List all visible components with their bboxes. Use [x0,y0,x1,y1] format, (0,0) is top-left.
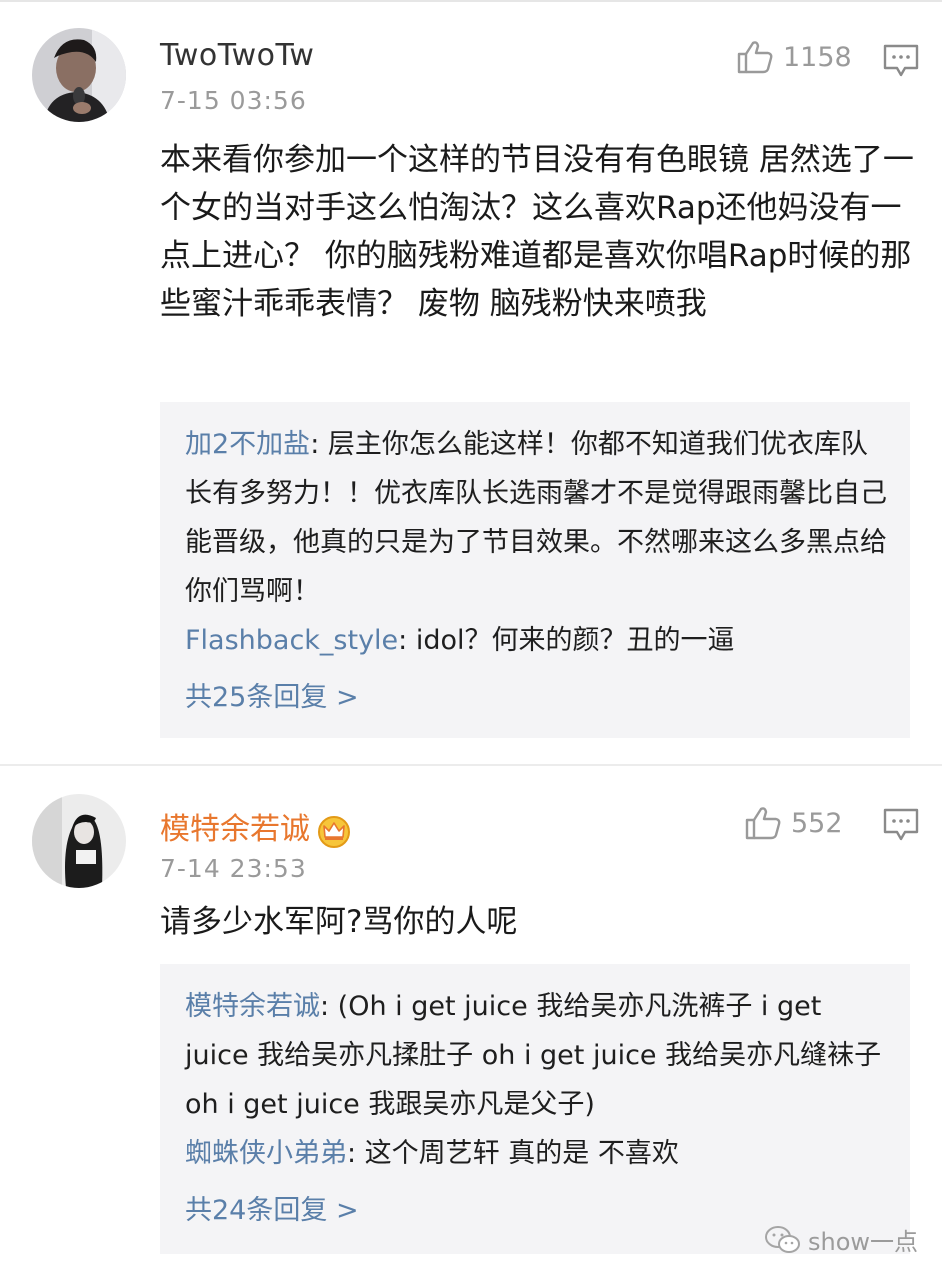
reply-username[interactable]: 加2不加盐 [185,429,310,460]
reply-username[interactable]: 蜘蛛侠小弟弟 [185,1138,347,1169]
comment-item: 模特余若诚 7-14 23:53 552 请多少水军阿?骂你的人呢 模特余若诚:… [0,770,942,1280]
wechat-icon [765,1225,800,1253]
reply-item: 模特余若诚: (Oh i get juice 我给吴亦凡洗裤子 i get ju… [185,982,888,1129]
like-button[interactable]: 552 [745,806,843,840]
reply-item: 蜘蛛侠小弟弟: 这个周艺轩 真的是 不喜欢 [185,1129,888,1178]
reply-button[interactable] [883,808,919,842]
like-count: 552 [791,807,843,839]
reply-button[interactable] [883,44,919,78]
comment-divider [0,764,942,766]
thumbs-up-icon [737,41,773,74]
crown-icon [318,815,350,848]
like-count: 1158 [783,41,852,73]
watermark-text: show一点 [808,1228,919,1256]
comment-text: 请多少水军阿?骂你的人呢 [160,904,518,940]
username[interactable]: 模特余若诚 [160,804,352,848]
timestamp: 7-14 23:53 [160,854,307,883]
more-replies-link[interactable]: 共25条回复 > [185,673,888,722]
reply-item: Flashback_style: idol？何来的颜？丑的一逼 [185,616,888,665]
watermark: show一点 [764,1222,918,1257]
like-button[interactable]: 1158 [737,40,852,74]
reply-box: 模特余若诚: (Oh i get juice 我给吴亦凡洗裤子 i get ju… [160,964,910,1254]
comment-text: 本来看你参加一个这样的节目没有有色眼镜 居然选了一个女的当对手这么怕淘汰？这么喜… [160,142,914,322]
reply-box: 加2不加盐: 层主你怎么能这样！你都不知道我们优衣库队长有多努力！！优衣库队长选… [160,402,910,738]
avatar[interactable] [32,794,126,888]
reply-username[interactable]: 模特余若诚 [185,991,320,1022]
avatar[interactable] [32,28,126,122]
reply-item: 加2不加盐: 层主你怎么能这样！你都不知道我们优衣库队长有多努力！！优衣库队长选… [185,420,888,616]
comment-icon [883,808,919,841]
reply-text: : idol？何来的颜？丑的一逼 [398,625,735,656]
timestamp: 7-15 03:56 [160,86,307,115]
reply-text: : 这个周艺轩 真的是 不喜欢 [347,1138,679,1169]
reply-username[interactable]: Flashback_style [185,625,398,656]
thumbs-up-icon [745,807,781,840]
username[interactable]: TwoTwoTw [160,38,314,73]
comment-icon [883,44,919,77]
comment-item: TwoTwoTw 7-15 03:56 1158 本来看你参加一个这样的节目没有… [0,0,942,762]
